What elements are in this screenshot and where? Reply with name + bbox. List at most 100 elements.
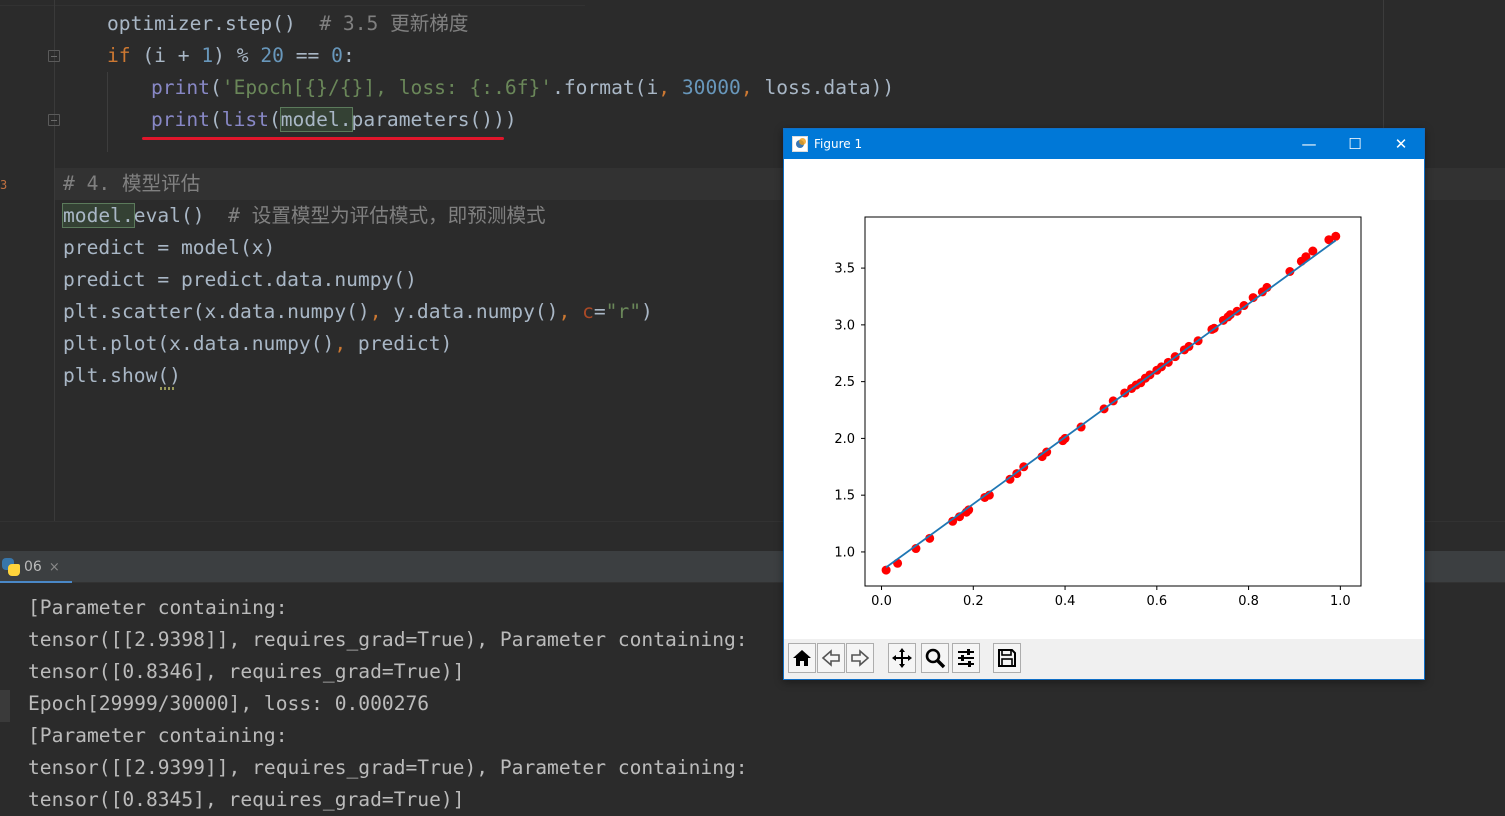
x-tick-label: 0.4: [1055, 594, 1076, 609]
y-tick-label: 1.5: [834, 489, 855, 504]
code-text: =: [593, 300, 606, 323]
warning-squiggle: [160, 387, 174, 390]
forward-button[interactable]: [846, 643, 874, 673]
code-text: eval(): [133, 204, 229, 227]
code-line-7[interactable]: model.eval() # 设置模型为评估模式，即预测模式: [62, 200, 546, 232]
code-number: 1: [201, 44, 214, 67]
figure-canvas[interactable]: 0.0 0.2 0.4 0.6 0.8 1.0 1.0 1.5 2.0 2.5 3.0 3.5: [784, 159, 1424, 639]
code-text: loss.data)): [764, 76, 895, 99]
pan-icon: [892, 648, 912, 668]
run-tab-label: 06: [24, 559, 42, 575]
code-text: predict = predict.data.numpy(): [63, 268, 417, 291]
pan-button[interactable]: [888, 643, 916, 673]
code-string: "r": [605, 300, 642, 323]
code-line-4[interactable]: print(list(model.parameters())): [151, 104, 517, 136]
code-number: 20: [260, 44, 284, 67]
figure-toolbar: [784, 639, 1424, 679]
code-text: (: [268, 108, 281, 131]
code-text: y.data.numpy(): [393, 300, 559, 323]
zoom-icon: [925, 648, 946, 669]
code-text: ): [641, 300, 653, 323]
code-text: (: [209, 76, 222, 99]
code-builtin: print: [151, 76, 210, 99]
code-text: (i +: [130, 44, 202, 67]
back-icon: [821, 649, 840, 667]
run-tab[interactable]: 06 ×: [0, 551, 72, 583]
save-button[interactable]: [993, 643, 1021, 673]
code-parameter: c: [582, 300, 594, 323]
scatter-point: [1331, 231, 1341, 241]
x-tick-label: 0.0: [871, 594, 892, 609]
y-tick-label: 1.0: [834, 545, 855, 560]
python-icon: [2, 558, 20, 576]
code-comment: # 4. 模型评估: [63, 172, 201, 195]
figure-titlebar[interactable]: Figure 1 — ☐ ✕: [784, 129, 1424, 159]
code-highlight: model.: [62, 203, 135, 228]
code-text: :: [342, 44, 355, 67]
configure-button[interactable]: [952, 643, 980, 673]
code-text: plt.show(: [63, 364, 170, 387]
close-button[interactable]: ✕: [1378, 129, 1424, 159]
back-button[interactable]: [817, 643, 845, 673]
console-line: [Parameter containing:: [28, 724, 288, 747]
code-comma: ,: [558, 300, 583, 323]
editor-top-strip: [0, 0, 1505, 6]
figure-title: Figure 1: [814, 137, 863, 151]
home-icon: [793, 650, 811, 666]
code-number: 0: [331, 44, 343, 67]
minimize-button[interactable]: —: [1286, 129, 1332, 159]
code-comment: # 3.5 更新梯度: [319, 12, 469, 35]
code-line-3[interactable]: print('Epoch[{}/{}], loss: {:.6f}'.forma…: [151, 72, 894, 104]
console-line: [Parameter containing:: [28, 596, 288, 619]
code-line-8[interactable]: predict = model(x): [63, 232, 275, 264]
x-tick-label: 0.6: [1146, 594, 1167, 609]
x-tick-label: 0.8: [1238, 594, 1259, 609]
y-tick-label: 2.5: [834, 375, 855, 390]
console-line: Epoch[29999/30000], loss: 0.000276: [28, 692, 430, 715]
change-marker: 3: [0, 178, 8, 192]
code-text: parameters())): [351, 108, 517, 131]
code-text: optimizer.step(): [107, 12, 320, 35]
maximize-button[interactable]: ☐: [1332, 129, 1378, 159]
console-line: tensor([0.8345], requires_grad=True)]: [28, 788, 465, 811]
console-line: tensor([[2.9399]], requires_grad=True), …: [28, 756, 748, 779]
forward-icon: [851, 649, 870, 667]
code-text: .format(i: [552, 76, 659, 99]
fold-toggle-icon[interactable]: [48, 114, 60, 126]
code-text: ) %: [213, 44, 261, 67]
code-highlight: model.: [279, 107, 353, 132]
save-icon: [998, 649, 1016, 667]
x-tick-label: 0.2: [963, 594, 984, 609]
x-tick-label: 1.0: [1330, 594, 1351, 609]
close-tab-icon[interactable]: ×: [49, 560, 60, 575]
code-text: ==: [283, 44, 332, 67]
console-line: tensor([0.8346], requires_grad=True)]: [28, 660, 465, 683]
console-line: tensor([[2.9398]], requires_grad=True), …: [28, 628, 748, 651]
code-line-10[interactable]: plt.scatter(x.data.numpy(), y.data.numpy…: [63, 296, 653, 328]
red-underline-annotation: [142, 137, 504, 140]
code-text: (: [209, 108, 222, 131]
code-comma: ,: [334, 332, 358, 355]
code-line-9[interactable]: predict = predict.data.numpy(): [63, 264, 417, 296]
indent-guide: [107, 72, 108, 152]
home-button[interactable]: [788, 643, 816, 673]
y-tick-label: 3.0: [834, 318, 855, 333]
fold-toggle-icon[interactable]: [48, 50, 60, 62]
y-tick-label: 2.0: [834, 432, 855, 447]
editor-gutter-border: [54, 0, 55, 521]
code-comma: ,: [658, 76, 682, 99]
figure-window[interactable]: Figure 1 — ☐ ✕ 0.0 0.2 0.4 0.6 0.8 1.0 1.0 1.5 2…: [783, 128, 1425, 680]
y-tick-label: 3.5: [834, 262, 855, 277]
code-line-6[interactable]: # 4. 模型评估: [63, 168, 200, 200]
code-number: 30000: [681, 76, 741, 99]
code-line-1[interactable]: optimizer.step() # 3.5 更新梯度: [107, 8, 469, 40]
matplotlib-icon: [792, 136, 808, 152]
code-builtin: print: [151, 108, 210, 131]
code-text: plt.scatter(x.data.numpy(): [63, 300, 370, 323]
code-line-11[interactable]: plt.plot(x.data.numpy(), predict): [63, 328, 452, 360]
code-text: predict): [357, 332, 453, 355]
configure-icon: [958, 649, 974, 667]
code-string: 'Epoch[{}/{}], loss: {:.6f}': [221, 76, 553, 99]
code-line-2[interactable]: if (i + 1) % 20 == 0:: [107, 40, 355, 72]
zoom-button[interactable]: [921, 643, 949, 673]
